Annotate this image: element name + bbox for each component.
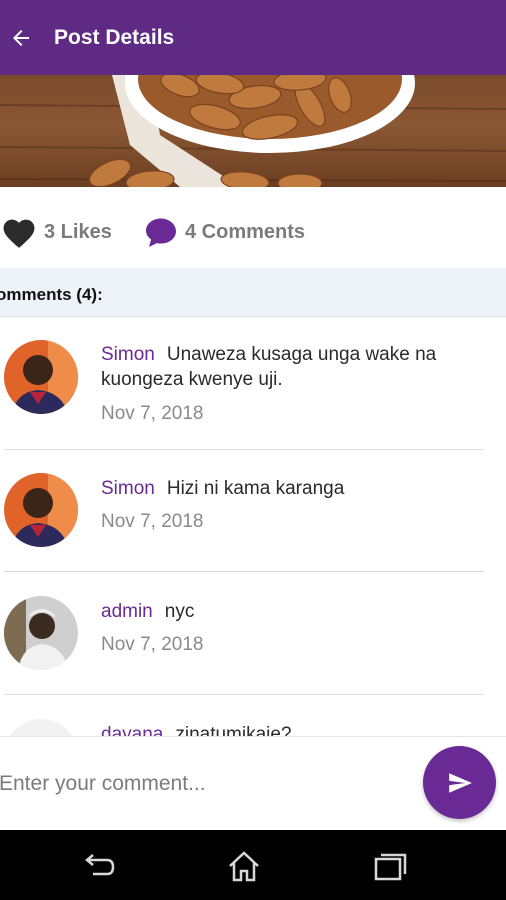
comment-text: dayana zinatumikaje? <box>101 722 486 737</box>
avatar <box>4 473 78 547</box>
comment-text: Simon Hizi ni kama karanga <box>101 476 486 501</box>
comment-author[interactable]: admin <box>101 601 153 622</box>
heart-icon <box>3 219 35 248</box>
comment-date: Nov 7, 2018 <box>101 403 204 424</box>
avatar <box>4 596 78 670</box>
system-nav-bar <box>0 830 506 900</box>
back-nav-icon[interactable] <box>79 846 119 886</box>
avatar <box>4 340 78 414</box>
home-nav-icon[interactable] <box>224 846 264 886</box>
divider <box>4 449 484 450</box>
comment-date: Nov 7, 2018 <box>101 511 204 532</box>
comment-bubble-icon <box>146 218 176 247</box>
back-arrow-icon[interactable] <box>9 26 33 50</box>
comments-header-label: omments (4): <box>0 285 103 304</box>
app-bar: Post Details <box>0 0 506 75</box>
comments-button[interactable]: 4 Comments <box>143 215 305 249</box>
comment-date: Nov 7, 2018 <box>101 634 204 655</box>
comments-count: 4 Comments <box>185 220 306 243</box>
post-stats: 3 Likes 4 Comments <box>0 187 506 267</box>
divider <box>4 694 484 695</box>
comment-author[interactable]: Simon <box>101 478 155 499</box>
comment-body: Hizi ni kama karanga <box>166 478 345 499</box>
comment-body: nyc <box>164 601 195 622</box>
divider <box>4 571 484 572</box>
likes-count: 3 Likes <box>44 220 112 243</box>
comments-list[interactable]: Simon Unaweza kusaga unga wake na kuongez… <box>0 316 506 737</box>
comment-text: admin nyc <box>101 599 486 624</box>
comment-text: Simon Unaweza kusaga unga wake na kuongez… <box>101 342 486 392</box>
likes-button[interactable]: 3 Likes <box>0 215 112 249</box>
comment-author[interactable]: Simon <box>101 344 155 365</box>
comment-input-bar <box>0 736 506 831</box>
page-title: Post Details <box>54 25 175 49</box>
send-button[interactable] <box>423 746 496 819</box>
almond-bowl-illustration <box>0 75 506 187</box>
comments-header: omments (4): <box>0 268 506 316</box>
recents-nav-icon[interactable] <box>370 846 410 886</box>
post-image <box>0 75 506 187</box>
comment-input[interactable] <box>0 767 401 801</box>
send-icon <box>448 772 472 793</box>
avatar <box>4 719 78 737</box>
